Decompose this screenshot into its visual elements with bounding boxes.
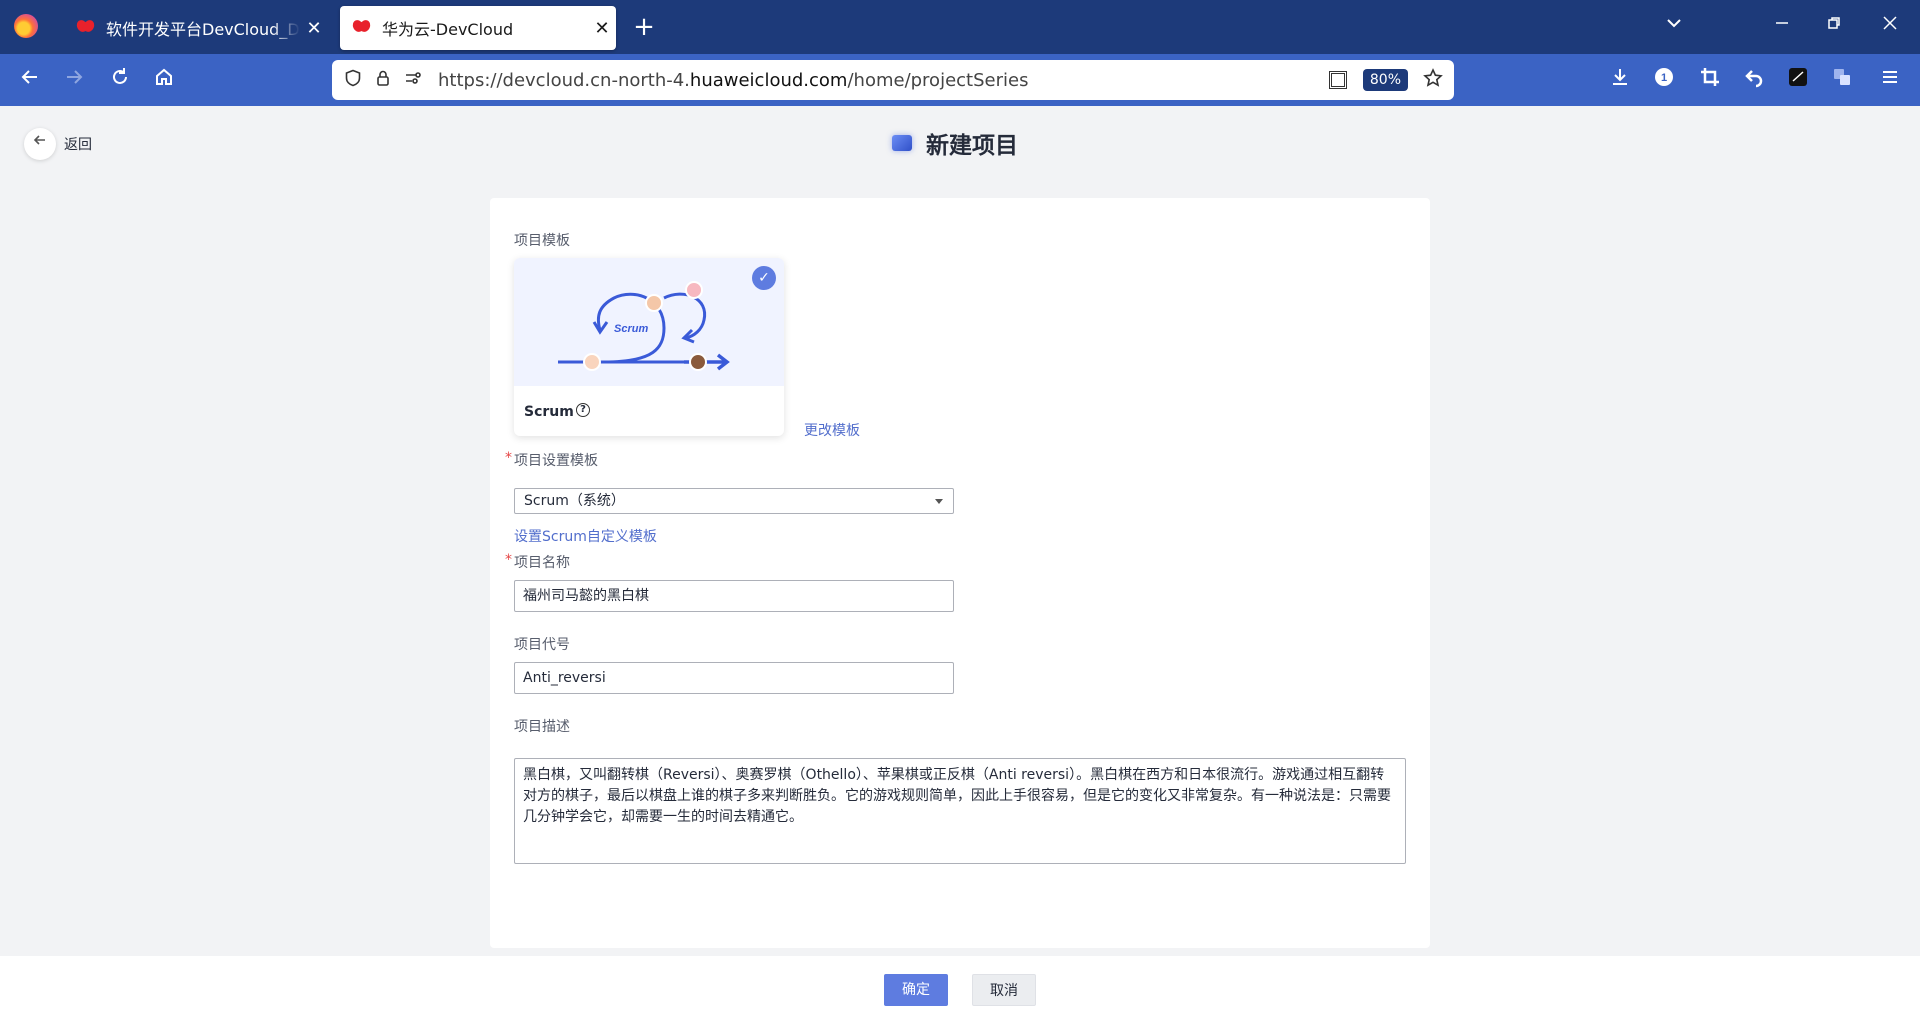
settings-template-label-text: 项目设置模板 bbox=[514, 453, 598, 469]
tab-title: 软件开发平台DevCloud_DevOps bbox=[106, 20, 300, 39]
page-title: 新建项目 bbox=[926, 133, 1018, 159]
tab-list-chevron-down-icon[interactable] bbox=[1654, 12, 1694, 42]
url-text[interactable]: https://devcloud.cn-north-4.huaweicloud.… bbox=[438, 70, 1329, 91]
cancel-button[interactable]: 取消 bbox=[972, 974, 1036, 1006]
back-label[interactable]: 返回 bbox=[64, 134, 92, 154]
arrow-left-icon bbox=[33, 135, 45, 145]
forward-arrow-icon[interactable] bbox=[58, 66, 90, 96]
new-tab-button[interactable]: + bbox=[628, 12, 660, 44]
confirm-button[interactable]: 确定 bbox=[884, 974, 948, 1006]
minimize-icon[interactable] bbox=[1762, 12, 1802, 42]
template-name: Scrum bbox=[524, 404, 574, 420]
form-footer: 确定 取消 bbox=[0, 956, 1920, 1030]
project-description-label: 项目描述 bbox=[514, 719, 570, 735]
help-question-icon[interactable]: ? bbox=[576, 403, 590, 417]
site-permissions-icon[interactable] bbox=[398, 69, 428, 92]
url-domain: huaweicloud.com bbox=[689, 69, 848, 91]
extension-dark-icon[interactable] bbox=[1782, 66, 1814, 96]
project-code-input[interactable]: Anti_reversi bbox=[514, 662, 954, 694]
lock-icon[interactable] bbox=[368, 69, 398, 92]
scrum-illustration: Scrum ✓ bbox=[514, 258, 784, 386]
page-header: 新建项目 bbox=[892, 126, 1018, 160]
restore-icon[interactable] bbox=[1814, 12, 1854, 42]
settings-template-label: * 项目设置模板 bbox=[505, 450, 598, 470]
qr-code-icon[interactable] bbox=[1328, 71, 1347, 89]
required-mark: * bbox=[505, 450, 512, 466]
change-template-link[interactable]: 更改模板 bbox=[804, 420, 860, 440]
firefox-icon[interactable] bbox=[14, 14, 38, 38]
project-name-label: * 项目名称 bbox=[505, 552, 570, 572]
svg-text:1: 1 bbox=[1661, 72, 1667, 84]
undo-arrow-icon[interactable] bbox=[1738, 66, 1770, 96]
template-label: 项目模板 bbox=[514, 233, 570, 249]
template-card-scrum[interactable]: Scrum ✓ Scrum ? bbox=[514, 258, 784, 436]
settings-template-value: Scrum（系统） bbox=[524, 493, 625, 509]
huawei-logo-icon bbox=[352, 20, 372, 36]
scrum-cycle-diagram: Scrum bbox=[558, 281, 730, 371]
url-prefix: https://devcloud.cn-north-4. bbox=[438, 69, 690, 91]
scrum-illustration-label: Scrum bbox=[614, 323, 648, 335]
menu-hamburger-icon[interactable] bbox=[1874, 66, 1906, 96]
selected-check-icon: ✓ bbox=[752, 266, 776, 290]
page-content: 返回 新建项目 项目模板 Scrum ✓ Scrum ? 更改模板 * 项目设置… bbox=[0, 106, 1920, 1030]
back-button[interactable] bbox=[24, 128, 56, 160]
download-icon[interactable] bbox=[1604, 66, 1636, 96]
home-icon[interactable] bbox=[148, 66, 180, 96]
project-name-label-text: 项目名称 bbox=[514, 555, 570, 571]
crop-screenshot-icon[interactable] bbox=[1694, 66, 1726, 96]
project-code-label: 项目代号 bbox=[514, 637, 570, 653]
zoom-level-badge[interactable]: 80% bbox=[1362, 69, 1408, 91]
custom-template-link[interactable]: 设置Scrum自定义模板 bbox=[514, 526, 657, 546]
translate-icon[interactable] bbox=[1826, 66, 1858, 96]
url-path: /home/projectSeries bbox=[847, 69, 1029, 91]
caret-down-icon bbox=[935, 499, 943, 504]
settings-template-select[interactable]: Scrum（系统） bbox=[514, 488, 954, 514]
huawei-logo-icon bbox=[76, 20, 96, 36]
reload-icon[interactable] bbox=[104, 66, 136, 96]
tab-close-icon[interactable]: ✕ bbox=[588, 18, 616, 39]
project-icon bbox=[892, 135, 912, 151]
project-name-input[interactable]: 福州司马懿的黑白棋 bbox=[514, 580, 954, 612]
shield-icon[interactable] bbox=[338, 69, 368, 92]
project-description-textarea[interactable]: 黑白棋，又叫翻转棋（Reversi）、奥赛罗棋（Othello）、苹果棋或正反棋… bbox=[514, 758, 1406, 864]
tab-title: 华为云-DevCloud bbox=[382, 20, 514, 39]
tab-close-icon[interactable]: ✕ bbox=[300, 18, 328, 39]
back-arrow-icon[interactable] bbox=[14, 66, 46, 96]
browser-tabbar: 软件开发平台DevCloud_DevOps ✕ 华为云-DevCloud ✕ + bbox=[0, 0, 1920, 54]
bookmark-star-icon[interactable] bbox=[1418, 67, 1448, 93]
required-mark: * bbox=[505, 552, 512, 568]
create-project-form: 项目模板 Scrum ✓ Scrum ? 更改模板 * 项目设置模板 Scrum… bbox=[490, 198, 1430, 948]
tab-huaweicloud-devcloud[interactable]: 华为云-DevCloud ✕ bbox=[340, 6, 616, 50]
password-manager-icon[interactable]: 1 bbox=[1648, 66, 1680, 96]
address-bar[interactable]: https://devcloud.cn-north-4.huaweicloud.… bbox=[332, 60, 1454, 100]
close-window-icon[interactable] bbox=[1870, 12, 1910, 42]
tab-devcloud-devops[interactable]: 软件开发平台DevCloud_DevOps ✕ bbox=[64, 6, 328, 50]
